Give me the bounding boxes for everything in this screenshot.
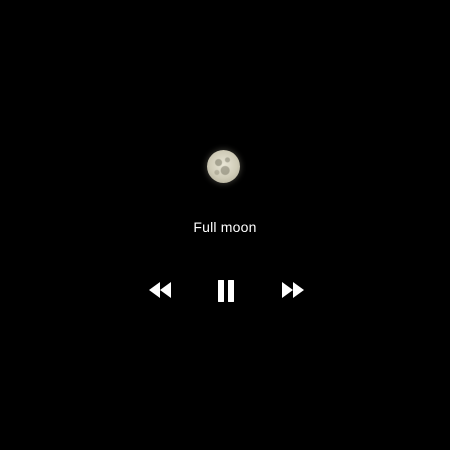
track-title: Full moon bbox=[193, 219, 257, 235]
rewind-button[interactable] bbox=[147, 282, 173, 298]
playback-controls bbox=[0, 276, 450, 306]
rewind-icon bbox=[149, 282, 171, 298]
fast-forward-icon bbox=[282, 282, 304, 298]
fast-forward-button[interactable] bbox=[280, 282, 306, 298]
pause-button[interactable] bbox=[215, 279, 237, 303]
pause-icon bbox=[218, 280, 234, 302]
player-screen: Full moon bbox=[0, 0, 450, 450]
moon-image bbox=[207, 150, 240, 183]
